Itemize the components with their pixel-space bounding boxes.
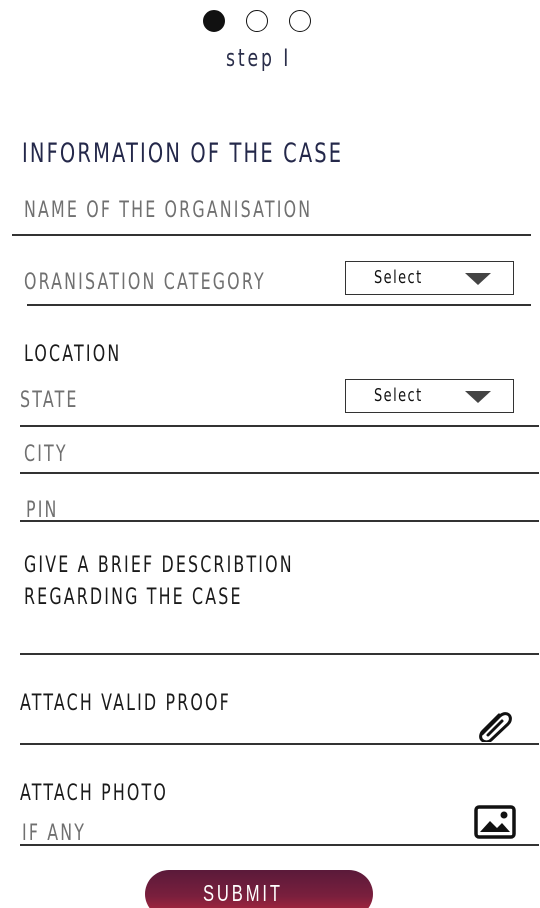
org-name-underline	[12, 234, 531, 236]
step-indicator	[203, 10, 311, 32]
section-title: INFORMATION OF THE CASE	[22, 138, 344, 169]
attach-proof-underline	[20, 743, 539, 745]
attach-photo-underline	[20, 844, 539, 846]
org-name-input[interactable]: NAME OF THE ORGANISATION	[24, 198, 524, 223]
org-category-underline	[27, 304, 531, 306]
city-underline	[20, 472, 539, 474]
city-input[interactable]: CITY	[24, 442, 524, 467]
org-category-select[interactable]: Select	[345, 261, 514, 295]
description-underline	[20, 653, 539, 655]
description-input[interactable]	[20, 620, 539, 652]
description-label-line1: GIVE A BRIEF DESCRIBTION	[24, 553, 294, 578]
step-dot-2[interactable]	[246, 10, 268, 32]
submit-button[interactable]: SUBMIT	[145, 870, 373, 908]
org-category-select-value: Select	[374, 267, 423, 288]
step-dot-3[interactable]	[289, 10, 311, 32]
chevron-down-icon	[465, 391, 491, 403]
pin-underline	[20, 520, 539, 522]
paperclip-icon[interactable]	[474, 704, 516, 744]
chevron-down-icon	[465, 273, 491, 285]
state-label: STATE	[20, 388, 79, 413]
step-dot-1-active[interactable]	[203, 10, 225, 32]
state-select[interactable]: Select	[345, 379, 514, 413]
attach-proof-label: ATTACH VALID PROOF	[20, 691, 231, 716]
state-underline	[20, 425, 539, 427]
submit-button-label: SUBMIT	[203, 880, 283, 906]
image-icon[interactable]	[474, 805, 516, 839]
attach-photo-label: ATTACH PHOTO	[20, 781, 169, 806]
state-select-value: Select	[374, 385, 423, 406]
step-label: step I	[226, 44, 292, 72]
org-category-label: ORANISATION CATEGORY	[24, 270, 266, 295]
attach-photo-sublabel: IF ANY	[22, 821, 87, 846]
location-heading: LOCATION	[24, 342, 122, 367]
description-label-line2: REGARDING THE CASE	[24, 585, 243, 610]
